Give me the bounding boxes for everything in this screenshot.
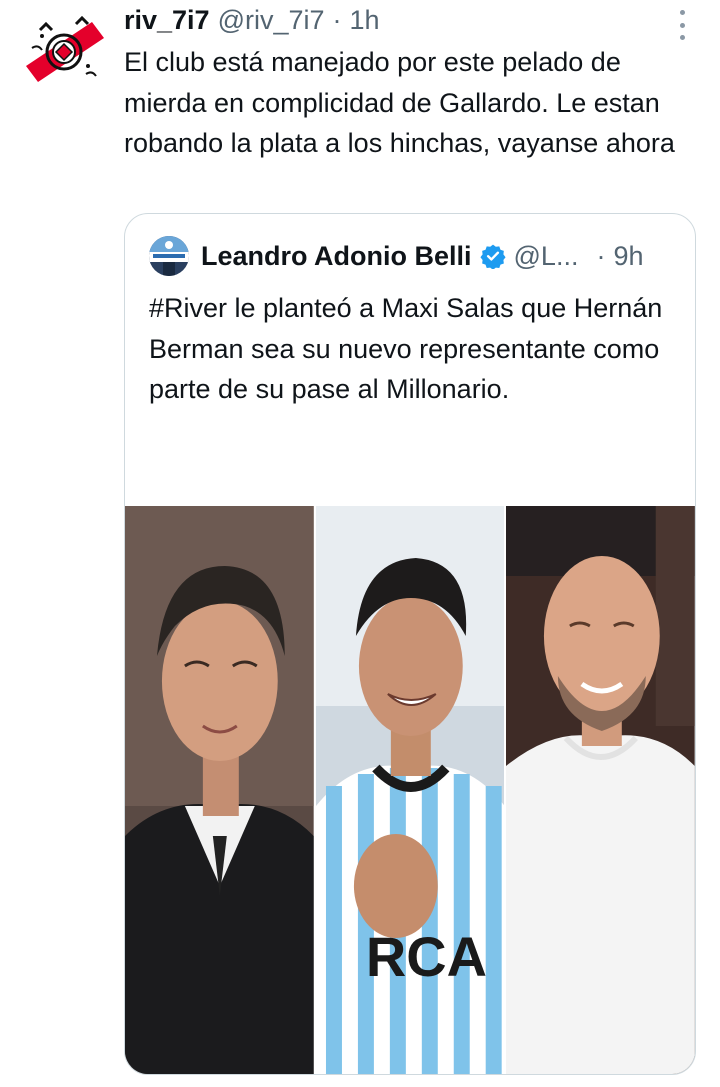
separator-dot: · [332,4,342,35]
tweet-header: riv_7i7 @riv_7i7 · 1h [124,2,380,38]
stadium-avatar-icon [149,236,189,276]
quoted-tweet-time[interactable]: 9h [613,241,643,272]
photo-man-dark-suit [125,506,314,1074]
quoted-media-grid[interactable]: RCA [125,506,695,1074]
author-name[interactable]: riv_7i7 [124,5,210,36]
tweet-text: El club está manejado por este pelado de… [124,47,675,158]
quoted-avatar[interactable] [149,236,189,276]
photo-player-racing-jersey: RCA [315,506,505,1074]
tweet-time[interactable]: 1h [350,5,380,36]
author-handle[interactable]: @riv_7i7 [218,5,325,36]
quoted-separator-dot: · [596,240,606,271]
media-photo-2[interactable]: RCA [315,506,505,1074]
media-photo-1[interactable] [125,506,314,1074]
avatar[interactable] [22,8,106,92]
more-options-icon[interactable] [672,10,692,40]
media-photo-3[interactable] [506,506,695,1074]
photo-bald-man-white-shirt [506,506,695,1074]
river-plate-crest-icon [22,8,106,92]
quoted-author-name[interactable]: Leandro Adonio Belli [201,241,472,272]
quoted-tweet[interactable]: Leandro Adonio Belli @L... · 9h #River l… [124,213,696,1075]
quoted-tweet-header: Leandro Adonio Belli @L... · 9h [149,234,689,278]
quoted-author-handle[interactable]: @L... [514,241,579,272]
verified-badge-icon [479,244,506,269]
quoted-tweet-text: #River le planteó a Maxi Salas que Herná… [149,293,663,404]
